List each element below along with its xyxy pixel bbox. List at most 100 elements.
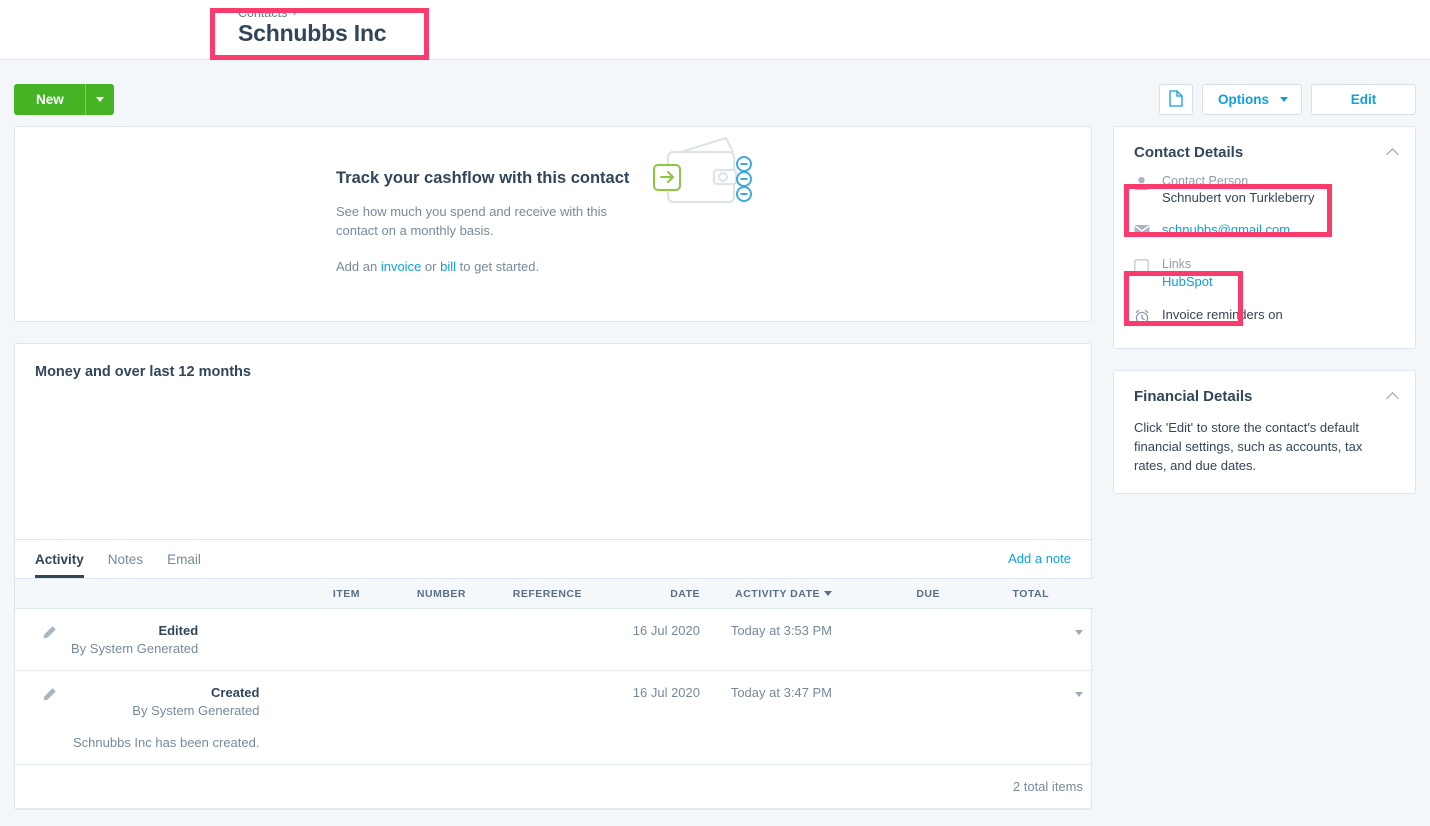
row-number <box>370 671 476 765</box>
add-a-note-link[interactable]: Add a note <box>1008 551 1071 566</box>
cta-suffix: to get started. <box>456 259 539 274</box>
column-header-total[interactable]: TOTAL <box>950 579 1059 609</box>
options-button[interactable]: Options <box>1202 84 1302 115</box>
column-header-reference[interactable]: REFERENCE <box>476 579 592 609</box>
invoice-reminders-value: Invoice reminders on <box>1162 307 1283 322</box>
row-due <box>842 609 950 671</box>
caret-down-icon <box>1280 97 1288 102</box>
cta-middle: or <box>421 259 440 274</box>
financial-details-header: Financial Details <box>1114 371 1415 418</box>
row-subtitle: By System Generated <box>71 703 259 718</box>
cashflow-promo-body: See how much you spend and receive with … <box>336 202 631 240</box>
column-header-activity-date-label: ACTIVITY DATE <box>735 588 820 600</box>
main-content: Track your cashflow with this contact Se… <box>0 126 1430 810</box>
financial-details-panel: Financial Details Click 'Edit' to store … <box>1113 370 1416 494</box>
row-date: 16 Jul 2020 <box>592 671 710 765</box>
contact-person-value: Schnubert von Turkleberry <box>1162 190 1314 205</box>
row-note: Schnubbs Inc has been created. <box>71 735 259 750</box>
row-title: Created <box>71 685 259 700</box>
tab-notes[interactable]: Notes <box>108 552 143 578</box>
row-title: Edited <box>71 623 198 638</box>
breadcrumb-contacts-link[interactable]: Contacts <box>238 6 287 20</box>
top-header: Contacts ▾ Schnubbs Inc <box>0 0 1430 60</box>
contact-links-row: Links HubSpot <box>1134 257 1395 291</box>
page-title: Schnubbs Inc <box>238 20 386 47</box>
financial-details-text: Click 'Edit' to store the contact's defa… <box>1134 418 1395 475</box>
table-row[interactable]: Created By System Generated Schnubbs Inc… <box>15 671 1093 765</box>
row-reference <box>476 609 592 671</box>
tab-activity[interactable]: Activity <box>35 552 84 578</box>
activity-table-header: ITEM NUMBER REFERENCE DATE ACTIVITY DATE… <box>15 579 1093 609</box>
hubspot-link[interactable]: HubSpot <box>1162 274 1213 289</box>
contact-links-label: Links <box>1162 257 1213 271</box>
left-column: Track your cashflow with this contact Se… <box>14 126 1092 810</box>
column-header-activity-date[interactable]: ACTIVITY DATE <box>710 579 842 609</box>
cashflow-promo-card: Track your cashflow with this contact Se… <box>14 126 1092 322</box>
financial-details-heading: Financial Details <box>1134 388 1252 405</box>
row-reference <box>476 671 592 765</box>
row-activity-date: Today at 3:53 PM <box>710 609 842 671</box>
breadcrumb: Contacts ▾ <box>238 6 297 20</box>
toolbar-right-group: Options Edit <box>1159 84 1416 115</box>
contact-person-row: Contact Person Schnubert von Turkleberry <box>1134 174 1395 205</box>
column-header-number[interactable]: NUMBER <box>370 579 476 609</box>
toolbar: New Options Edit <box>0 60 1430 126</box>
row-item-cell: Edited By System Generated <box>15 609 370 671</box>
wallet-icon <box>652 135 756 218</box>
financial-details-body: Click 'Edit' to store the contact's defa… <box>1114 418 1415 493</box>
chevron-down-icon: ▾ <box>292 8 297 19</box>
new-button-dropdown[interactable] <box>85 84 114 115</box>
column-header-item[interactable]: ITEM <box>15 579 370 609</box>
options-button-label: Options <box>1218 92 1269 107</box>
contact-details-header: Contact Details <box>1114 127 1415 174</box>
invoice-link[interactable]: invoice <box>381 259 421 274</box>
caret-down-icon <box>824 591 832 596</box>
envelope-icon <box>1134 221 1150 241</box>
document-button[interactable] <box>1159 84 1193 115</box>
chevron-up-icon[interactable] <box>1386 148 1399 161</box>
alarm-clock-icon <box>1134 307 1150 330</box>
edit-button[interactable]: Edit <box>1311 84 1416 115</box>
column-header-actions <box>1059 579 1093 609</box>
row-due <box>842 671 950 765</box>
pencil-icon <box>42 685 57 750</box>
column-header-date[interactable]: DATE <box>592 579 710 609</box>
new-button[interactable]: New <box>14 84 114 115</box>
new-button-label: New <box>14 84 85 115</box>
row-total <box>950 609 1059 671</box>
person-icon <box>1134 174 1150 196</box>
activity-table: ITEM NUMBER REFERENCE DATE ACTIVITY DATE… <box>15 578 1093 809</box>
contact-email-link[interactable]: schnubbs@gmail.com <box>1162 222 1290 237</box>
cashflow-promo-cta: Add an invoice or bill to get started. <box>336 257 631 276</box>
chevron-up-icon[interactable] <box>1386 392 1399 405</box>
edit-button-label: Edit <box>1351 92 1377 107</box>
row-date: 16 Jul 2020 <box>592 609 710 671</box>
right-column: Contact Details Contact Person Schnubert… <box>1113 126 1416 810</box>
table-footer-row: 2 total items <box>15 765 1093 809</box>
row-item-cell: Created By System Generated Schnubbs Inc… <box>15 671 370 765</box>
activity-tabs: Activity Notes Email <box>35 552 201 578</box>
caret-down-icon[interactable] <box>1075 692 1083 697</box>
row-total <box>950 671 1059 765</box>
caret-down-icon <box>96 97 104 102</box>
contact-details-heading: Contact Details <box>1134 144 1243 161</box>
caret-down-icon[interactable] <box>1075 630 1083 635</box>
column-header-due[interactable]: DUE <box>842 579 950 609</box>
row-number <box>370 609 476 671</box>
link-checkbox-icon <box>1134 257 1150 279</box>
document-icon <box>1169 90 1183 110</box>
total-items-label: 2 total items <box>15 765 1093 809</box>
contact-email-row: schnubbs@gmail.com <box>1134 221 1395 241</box>
contact-details-body: Contact Person Schnubert von Turkleberry… <box>1114 174 1415 348</box>
row-expand-cell[interactable] <box>1059 609 1093 671</box>
bill-link[interactable]: bill <box>440 259 456 274</box>
activity-card: Activity Notes Email Add a note ITEM NUM… <box>14 539 1092 810</box>
table-row[interactable]: Edited By System Generated 16 Jul 2020 T… <box>15 609 1093 671</box>
tab-email[interactable]: Email <box>167 552 201 578</box>
row-expand-cell[interactable] <box>1059 671 1093 765</box>
invoice-reminders-row: Invoice reminders on <box>1134 307 1395 330</box>
chart-title: Money and over last 12 months <box>35 364 251 380</box>
cta-prefix: Add an <box>336 259 381 274</box>
activity-table-body: Edited By System Generated 16 Jul 2020 T… <box>15 609 1093 809</box>
contact-person-label: Contact Person <box>1162 174 1314 188</box>
